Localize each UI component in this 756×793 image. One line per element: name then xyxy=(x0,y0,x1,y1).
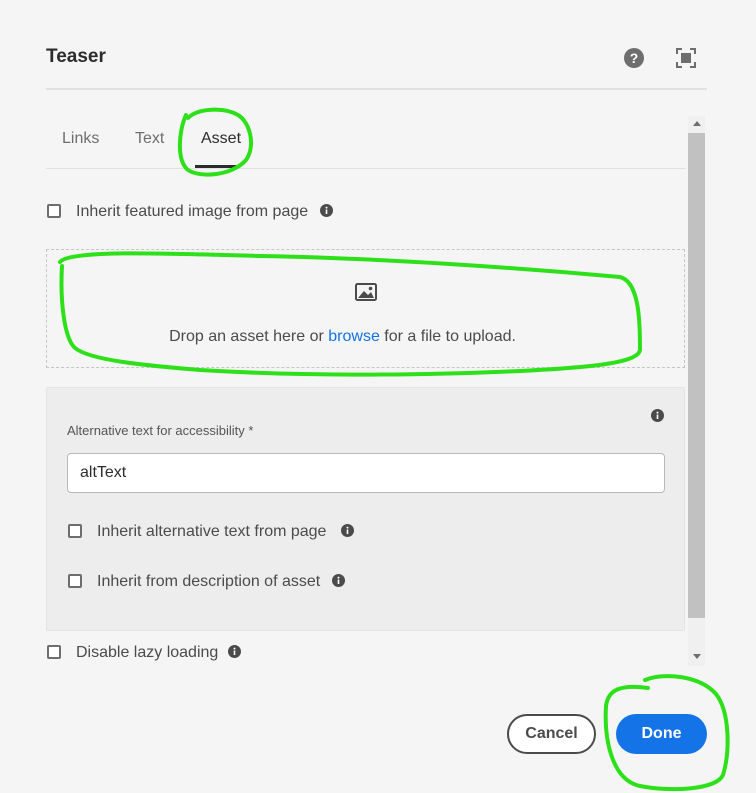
info-icon[interactable] xyxy=(651,409,664,422)
inherit-featured-image-checkbox[interactable] xyxy=(47,204,61,218)
dropzone-text: Drop an asset here or browse for a file … xyxy=(0,328,685,346)
disable-lazy-loading-checkbox[interactable] xyxy=(47,645,61,659)
dropzone-text-before: Drop an asset here or xyxy=(169,328,329,345)
inherit-asset-description-checkbox[interactable] xyxy=(68,574,82,588)
header-divider xyxy=(46,88,707,90)
browse-link[interactable]: browse xyxy=(328,328,380,345)
alt-text-input[interactable] xyxy=(67,453,665,493)
svg-text:?: ? xyxy=(630,50,639,66)
tab-asset[interactable]: Asset xyxy=(201,130,241,148)
dialog-title: Teaser xyxy=(46,46,106,67)
alt-text-label: Alternative text for accessibility * xyxy=(67,423,254,438)
info-icon[interactable] xyxy=(341,524,354,537)
disable-lazy-loading-label: Disable lazy loading xyxy=(76,644,219,661)
dropzone-text-after: for a file to upload. xyxy=(379,328,516,345)
info-icon[interactable] xyxy=(332,574,345,587)
tabs-divider xyxy=(46,168,686,169)
image-icon xyxy=(355,283,377,301)
done-button[interactable]: Done xyxy=(616,714,707,754)
tab-links[interactable]: Links xyxy=(62,130,99,148)
inherit-alt-text-checkbox[interactable] xyxy=(68,524,82,538)
help-icon[interactable]: ? xyxy=(623,47,645,69)
inherit-alt-text-label: Inherit alternative text from page xyxy=(97,523,327,540)
scroll-up-arrow-icon[interactable] xyxy=(688,116,705,130)
asset-dropzone[interactable] xyxy=(46,249,685,368)
cancel-button[interactable]: Cancel xyxy=(507,714,596,754)
info-icon[interactable] xyxy=(320,204,333,217)
inherit-asset-description-label: Inherit from description of asset xyxy=(97,573,321,590)
fullscreen-icon[interactable] xyxy=(675,47,697,69)
tab-text[interactable]: Text xyxy=(135,130,164,148)
inherit-featured-image-label: Inherit featured image from page xyxy=(76,203,309,220)
info-icon[interactable] xyxy=(228,645,241,658)
scrollbar-thumb[interactable] xyxy=(688,133,705,618)
scroll-down-arrow-icon[interactable] xyxy=(688,650,705,664)
